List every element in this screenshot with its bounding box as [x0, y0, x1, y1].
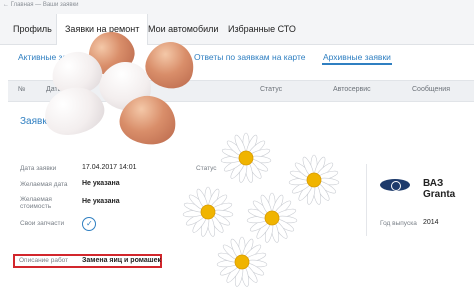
- own-parts-check-icon: ✓: [82, 217, 96, 231]
- subtab-map-answers[interactable]: Ответы по заявкам на карте: [194, 52, 306, 62]
- date-value: 17.04.2017 14:01: [82, 164, 137, 171]
- subtab-archived[interactable]: Архивные заявки: [323, 52, 391, 62]
- desired-date-value: Не указана: [82, 180, 120, 187]
- daisy-flowers-image: [182, 132, 340, 288]
- column-number[interactable]: №: [18, 86, 26, 93]
- work-description-label: Описание работ: [19, 257, 69, 264]
- own-parts-label: Свои запчасти: [20, 220, 65, 227]
- car-model: ВАЗ Granta: [423, 178, 456, 200]
- active-subtab-indicator: [322, 63, 392, 65]
- desired-date-label: Желаемая дата: [20, 181, 68, 188]
- breadcrumb[interactable]: ← Главная — Ваши заявки: [3, 2, 79, 8]
- date-label: Дата заявки: [20, 165, 57, 172]
- column-status[interactable]: Статус: [260, 86, 282, 93]
- column-messages[interactable]: Сообщения: [412, 86, 450, 93]
- main-nav: Профиль Заявки на ремонт Мои автомобили …: [0, 14, 474, 45]
- tab-profile[interactable]: Профиль: [5, 14, 60, 44]
- car-year-value: 2014: [423, 219, 439, 226]
- work-description-value: Замена яиц и ромашек: [82, 257, 161, 264]
- column-service[interactable]: Автосервис: [333, 86, 371, 93]
- desired-cost-value: Не указана: [82, 198, 120, 205]
- tab-favorite-stations[interactable]: Избранные СТО: [220, 14, 304, 44]
- tab-my-cars[interactable]: Мои автомобили: [140, 14, 226, 44]
- car-year-label: Год выпуска: [380, 220, 417, 227]
- top-bar: ← Главная — Ваши заявки: [0, 0, 474, 15]
- lada-logo-icon: [380, 179, 410, 191]
- desired-cost-label: Желаемая стоимость: [20, 196, 52, 210]
